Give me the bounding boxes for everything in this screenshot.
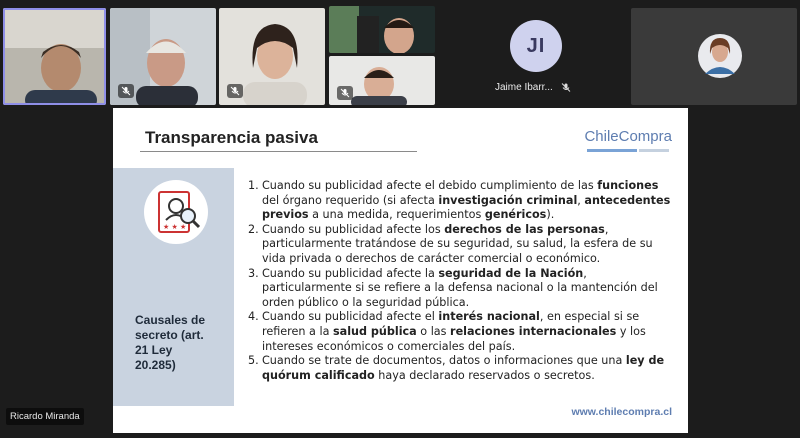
- mic-muted-icon: [337, 86, 353, 100]
- logo-bar: [639, 149, 669, 152]
- item-text-bold: investigación criminal: [438, 193, 578, 207]
- item-text: Cuando se trate de documentos, datos o i…: [262, 354, 626, 368]
- causal-item: 4. Cuando su publicidad afecte el interés…: [248, 310, 678, 354]
- item-text: Cuando su publicidad afecte los: [262, 222, 445, 236]
- website-url: www.chilecompra.cl: [571, 406, 672, 418]
- item-number: 2.: [248, 222, 259, 236]
- mic-muted-icon: [227, 84, 243, 98]
- item-text-bold: seguridad de la Nación: [438, 266, 584, 280]
- video-tile-jaime[interactable]: JI Jaime Ibarr...: [438, 8, 628, 105]
- slide-title: Transparencia pasiva: [145, 128, 318, 147]
- item-text: o las: [416, 324, 451, 338]
- active-speaker-name: Ricardo Miranda: [6, 408, 84, 425]
- item-text-bold: salud pública: [332, 324, 417, 338]
- item-text: Cuando su publicidad afecte la: [262, 266, 439, 280]
- item-text: Cuando su publicidad afecte el debido cu…: [262, 179, 598, 192]
- item-text-bold: relaciones internacionales: [450, 324, 617, 338]
- participant-name: Jaime Ibarr...: [495, 82, 553, 93]
- video-tile-participant-7[interactable]: [631, 8, 797, 105]
- sidebar-label: Causales de secreto (art. 21 Ley 20.285): [135, 313, 206, 372]
- shared-slide: Transparencia pasiva ChileCompra ★ ★ ★ C…: [113, 108, 688, 433]
- item-text-bold: funciones: [597, 179, 659, 192]
- item-text-bold: derechos de las personas: [444, 222, 605, 236]
- video-tile-participant-5[interactable]: [329, 56, 435, 105]
- item-text: Cuando su publicidad afecte el: [262, 310, 439, 324]
- item-text-bold: genéricos: [484, 208, 547, 222]
- title-divider: [140, 151, 417, 152]
- video-tile-participant-3[interactable]: [219, 8, 325, 105]
- causal-item: 2. Cuando su publicidad afecte los derech…: [248, 223, 678, 267]
- causal-item: 1. Cuando su publicidad afecte el debido …: [248, 179, 678, 223]
- item-number: 3.: [248, 266, 259, 280]
- item-text: ).: [546, 208, 555, 222]
- causales-list: 1. Cuando su publicidad afecte el debido …: [248, 179, 678, 383]
- causal-item: 5. Cuando se trate de documentos, datos o…: [248, 354, 678, 383]
- mic-muted-icon: [118, 84, 134, 98]
- video-tile-participant-4[interactable]: [329, 6, 435, 53]
- item-number: 1.: [248, 179, 259, 192]
- item-number: 5.: [248, 354, 259, 368]
- item-text: a una medida, requerimientos: [308, 208, 485, 222]
- video-tile-participant-2[interactable]: [110, 8, 216, 105]
- item-number: 4.: [248, 310, 259, 324]
- logo-bar: [587, 149, 637, 152]
- mic-muted-icon: [561, 82, 571, 93]
- participant-video: [329, 6, 435, 53]
- video-tile-ricardo[interactable]: [3, 8, 106, 105]
- secret-document-icon: ★ ★ ★: [144, 180, 208, 244]
- item-text: del órgano requerido (si afecta: [262, 193, 439, 207]
- slide-sidebar: ★ ★ ★ Causales de secreto (art. 21 Ley 2…: [113, 168, 234, 406]
- participant-video: [3, 8, 106, 105]
- causal-item: 3. Cuando su publicidad afecte la segurid…: [248, 267, 678, 311]
- chilecompra-logo: ChileCompra: [584, 128, 672, 145]
- svg-text:★ ★ ★: ★ ★ ★: [163, 223, 186, 231]
- item-text-bold: interés nacional: [438, 310, 540, 324]
- item-text: haya declarado reservados o secretos.: [374, 368, 595, 382]
- avatar: [698, 34, 742, 78]
- avatar: JI: [510, 20, 562, 72]
